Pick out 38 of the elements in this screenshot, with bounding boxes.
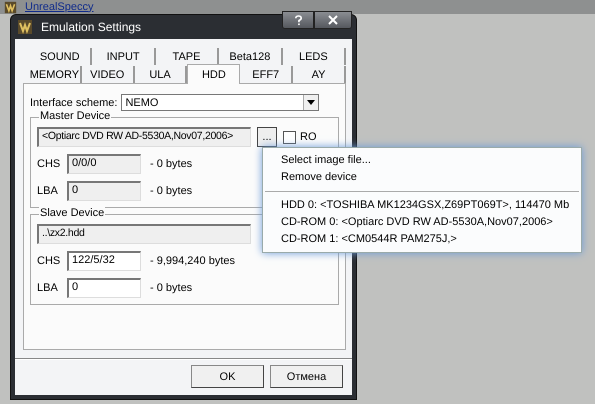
dialog-button[interactable]: Отмена <box>270 365 343 388</box>
app-title: UnrealSpeccy <box>25 0 94 14</box>
geometry-field[interactable]: 0 <box>67 278 141 298</box>
size-text: - 9,994,240 bytes <box>150 255 236 267</box>
checkbox-label: RO <box>300 131 316 143</box>
close-button[interactable] <box>314 11 352 29</box>
field-label: CHS <box>37 255 61 267</box>
field-label: Interface scheme: <box>30 96 118 108</box>
menu-item[interactable]: Remove device <box>263 169 581 186</box>
device-path-field[interactable]: <Optiarc DVD RW AD-5530A,Nov07,2006> <box>37 127 251 147</box>
menu-item[interactable]: Select image file... <box>263 152 581 169</box>
geometry-field[interactable]: 122/5/32 <box>67 251 141 271</box>
tab[interactable]: LEDS <box>282 48 346 65</box>
group-title: Master Device <box>39 110 112 122</box>
tab[interactable]: INPUT <box>92 48 156 65</box>
question-mark-icon <box>294 14 302 26</box>
device-path-field[interactable]: ..\zx2.hdd <box>37 224 251 244</box>
read-only-checkbox[interactable] <box>283 130 296 144</box>
close-icon <box>328 15 338 25</box>
browse-button[interactable]: ... <box>257 127 277 147</box>
field-label: LBA <box>37 185 59 197</box>
app-logo-icon <box>17 19 33 35</box>
dialog-button[interactable]: OK <box>191 365 264 388</box>
size-text: - 0 bytes <box>150 158 192 170</box>
window-title: Emulation Settings <box>41 20 142 34</box>
app-logo-icon <box>4 0 17 14</box>
field-label: CHS <box>37 158 61 170</box>
help-button[interactable] <box>282 11 314 29</box>
size-text: - 0 bytes <box>150 185 192 197</box>
interface-dropdown[interactable]: NEMO <box>121 94 320 111</box>
menu-item[interactable]: CD-ROM 1: <CM0544R PAM275J,> <box>263 231 581 248</box>
size-text: - 0 bytes <box>150 282 192 294</box>
menu-item[interactable]: CD-ROM 0: <Optiarc DVD RW AD-5530A,Nov07,2006> <box>263 214 581 231</box>
menu-item[interactable]: HDD 0: <TOSHIBA MK1234GSX,Z69PT069T>, 114470 Mb <box>263 197 581 214</box>
field-label: LBA <box>37 282 59 294</box>
tab[interactable]: HDD <box>187 64 240 84</box>
group-title: Slave Device <box>39 207 106 219</box>
tab[interactable]: SOUND <box>29 48 92 65</box>
